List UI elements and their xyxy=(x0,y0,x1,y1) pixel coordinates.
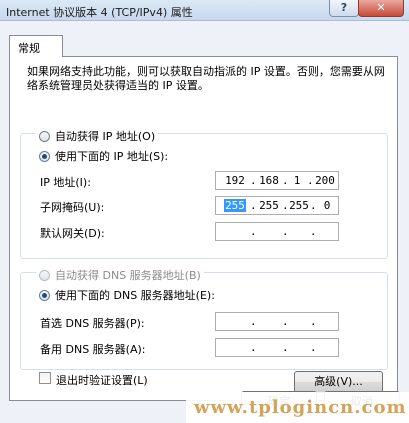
dot-separator: . xyxy=(307,174,314,187)
dns-group: 自动获得 DNS 服务器地址(B) 使用下面的 DNS 服务器地址(E): 首选… xyxy=(20,267,388,370)
manual-dns-label: 使用下面的 DNS 服务器地址(E): xyxy=(55,289,215,302)
ip-address-input[interactable]: 192 . 168 . 1 . 200 xyxy=(215,171,339,190)
tab-general[interactable]: 常规 xyxy=(9,35,63,57)
ip-octet-1: 192 xyxy=(225,174,245,187)
watermark: www.tplogincn.com xyxy=(186,392,409,423)
preferred-dns-input[interactable]: . . . xyxy=(215,312,339,331)
alternate-dns-input[interactable]: . . . xyxy=(215,338,339,357)
general-panel: 如果网络支持此功能，则可以获取自动指派的 IP 设置。否则，您需要从网络系统管理… xyxy=(9,56,398,401)
ip-group: 自动获得 IP 地址(O) 使用下面的 IP 地址(S): IP 地址(I): … xyxy=(20,128,388,259)
dot-separator: . xyxy=(250,341,257,354)
mask-octet-4: 0 xyxy=(323,199,331,212)
gateway-input[interactable]: . . . xyxy=(215,222,339,241)
manual-ip-radio[interactable] xyxy=(39,150,50,162)
dot-separator: . xyxy=(310,315,317,328)
ip-address-label: IP 地址(I): xyxy=(40,176,91,189)
ip-octet-4: 200 xyxy=(315,174,335,187)
title-bar: Internet 协议版本 4 (TCP/IPv4) 属性 ? ✕ xyxy=(0,0,409,21)
gateway-label: 默认网关(D): xyxy=(40,227,105,240)
auto-ip-radio[interactable] xyxy=(39,130,50,142)
subnet-mask-label: 子网掩码(U): xyxy=(40,201,105,214)
auto-ip-label: 自动获得 IP 地址(O) xyxy=(55,130,156,143)
dot-separator: . xyxy=(310,341,317,354)
dot-separator: . xyxy=(250,199,257,212)
mask-octet-1: 255 xyxy=(224,199,246,212)
alternate-dns-label: 备用 DNS 服务器(A): xyxy=(40,343,146,356)
auto-dns-label: 自动获得 DNS 服务器地址(B) xyxy=(55,269,201,282)
manual-dns-radio[interactable] xyxy=(39,289,50,301)
intro-text: 如果网络支持此功能，则可以获取自动指派的 IP 设置。否则，您需要从网络系统管理… xyxy=(27,65,385,92)
dot-separator: . xyxy=(250,315,257,328)
subnet-mask-input[interactable]: 255 . 255 . 255 . 0 xyxy=(215,196,339,215)
ip-octet-3: 1 xyxy=(293,174,301,187)
dialog-body: 常规 如果网络支持此功能，则可以获取自动指派的 IP 设置。否则，您需要从网络系… xyxy=(0,21,409,423)
window-title: Internet 协议版本 4 (TCP/IPv4) 属性 xyxy=(6,6,193,19)
advanced-button[interactable]: 高级(V)... xyxy=(294,371,383,393)
dot-separator: . xyxy=(250,225,257,238)
preferred-dns-label: 首选 DNS 服务器(P): xyxy=(40,317,145,330)
dot-separator: . xyxy=(250,174,257,187)
dot-separator: . xyxy=(282,341,289,354)
auto-ip-option[interactable]: 自动获得 IP 地址(O) xyxy=(36,128,159,144)
dot-separator: . xyxy=(282,225,289,238)
dot-separator: . xyxy=(282,315,289,328)
manual-ip-label: 使用下面的 IP 地址(S): xyxy=(55,150,169,163)
help-button[interactable]: ? xyxy=(329,0,359,17)
mask-octet-2: 255 xyxy=(259,199,279,212)
validate-checkbox[interactable] xyxy=(39,372,51,384)
auto-dns-radio[interactable] xyxy=(39,269,50,281)
manual-dns-option[interactable]: 使用下面的 DNS 服务器地址(E): xyxy=(36,287,218,303)
mask-octet-3: 255 xyxy=(289,199,309,212)
manual-ip-option[interactable]: 使用下面的 IP 地址(S): xyxy=(36,148,172,164)
validate-label: 退出时验证设置(L) xyxy=(56,374,148,387)
dot-separator: . xyxy=(310,225,317,238)
ip-octet-2: 168 xyxy=(259,174,279,187)
close-button[interactable]: ✕ xyxy=(358,0,404,17)
auto-dns-option[interactable]: 自动获得 DNS 服务器地址(B) xyxy=(36,267,204,283)
